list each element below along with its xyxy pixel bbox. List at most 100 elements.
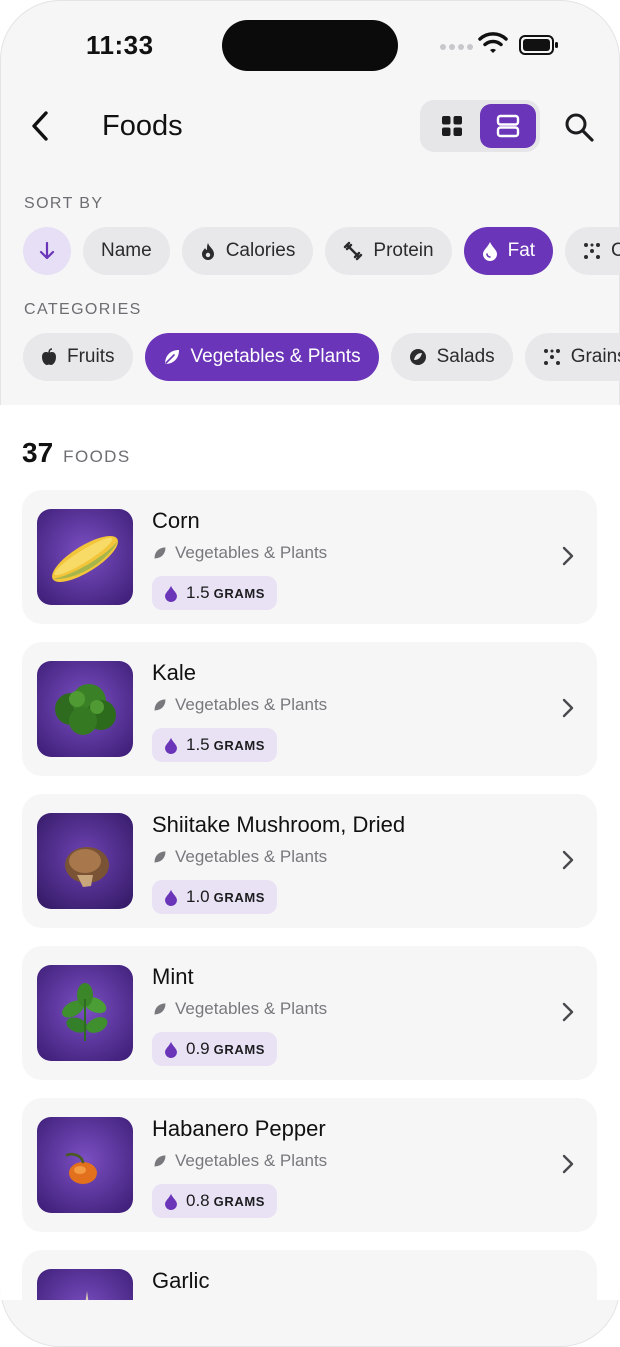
back-icon[interactable] [24,108,60,144]
mushroom-icon [37,813,133,909]
chevron-right-icon [562,1154,574,1174]
fat-badge: 0.9 GRAMS [152,1032,278,1066]
chevron-right-icon [562,850,574,870]
fat-value: 1.5 [186,583,210,602]
food-count: 37 FOODS [22,437,131,469]
fat-badge: 1.0 GRAMS [152,880,278,914]
apple-icon [42,348,56,365]
fat-unit: GRAMS [213,1193,266,1209]
drop-icon [482,242,497,261]
food-category: Vegetables & Plants [153,847,327,867]
leaf-icon [154,1003,166,1015]
chevron-right-icon [562,546,574,566]
sort-chip-name[interactable]: Name [83,227,170,275]
status-time: 11:33 [86,30,154,60]
chip-label: Protein [373,240,434,261]
fat-unit: GRAMS [213,889,266,905]
chip-label: Grains & [570,346,620,367]
drop-icon [165,1041,177,1058]
food-category-label: Vegetables & Plants [175,695,328,714]
leaf-icon [164,350,179,364]
corn-icon [37,509,133,605]
food-category: Vegetables & Plants [153,695,327,715]
category-chip-grains[interactable]: Grains & [524,333,620,381]
drop-icon [165,889,177,906]
food-card[interactable]: Kale Vegetables & Plants 1.5 GRAMS [22,642,597,776]
status-bar: 11:33 [0,0,620,92]
food-name: Shiitake Mushroom, Dried [152,812,406,837]
food-category: Vegetables & Plants [153,543,327,563]
mint-icon [37,965,133,1061]
wifi-icon [478,32,508,53]
food-card[interactable]: Habanero Pepper Vegetables & Plants 0.8 … [22,1098,597,1232]
signal-icon [440,44,473,50]
sort-chip-calories[interactable]: Calories [181,227,314,275]
sort-chip-protein[interactable]: Protein [325,227,452,275]
food-category-label: Vegetables & Plants [175,1151,328,1170]
phone-screen: 11:33 Foods SORT BY Name Calories Protei… [0,0,620,1347]
fat-badge: 1.5 GRAMS [152,728,278,762]
leaf-icon [154,851,166,863]
food-category: Vegetables & Plants [153,1151,327,1171]
fat-unit: GRAMS [213,1041,266,1057]
categories-label: CATEGORIES [24,301,142,318]
leaf-icon [154,547,166,559]
food-name: Habanero Pepper [152,1116,326,1141]
chevron-right-icon [562,1002,574,1022]
food-category: Vegetables & Plants [153,999,327,1019]
arrow-down-icon [39,241,55,260]
list-icon [496,114,520,138]
view-toggle [420,100,540,152]
category-options: Fruits Vegetables & Plants Salads Grains… [23,333,620,381]
chip-label: Calories [225,240,296,261]
sort-chip-carbs[interactable]: Ca [565,227,620,275]
chip-label: Ca [611,240,620,261]
drop-icon [165,737,177,754]
chip-label: Name [101,240,152,261]
fat-value: 0.8 [186,1191,210,1210]
grid-view-button[interactable] [424,104,480,148]
list-view-button[interactable] [480,104,536,148]
fat-badge: 1.5 GRAMS [152,576,278,610]
sort-direction-button[interactable] [23,227,71,275]
chip-label: Fat [507,240,536,261]
food-card[interactable]: Shiitake Mushroom, Dried Vegetables & Pl… [22,794,597,928]
leaf-icon [154,699,166,711]
dynamic-island [222,20,398,71]
flame-icon [201,243,214,260]
kale-icon [37,661,133,757]
garlic-icon [37,1269,133,1300]
food-list-section: 37 FOODS Corn Vegetables & Plants 1.5 GR… [0,405,620,1300]
dumbbell-icon [344,241,363,261]
fat-unit: GRAMS [213,737,266,753]
food-category-label: Vegetables & Plants [175,543,328,562]
food-count-number: 37 [22,437,54,468]
chip-label: Fruits [67,346,115,367]
grain-icon [584,243,601,259]
food-card[interactable]: Corn Vegetables & Plants 1.5 GRAMS [22,490,597,624]
fat-unit: GRAMS [213,585,266,601]
food-card[interactable]: Garlic [22,1250,597,1300]
food-card[interactable]: Mint Vegetables & Plants 0.9 GRAMS [22,946,597,1080]
sort-chip-fat[interactable]: Fat [463,227,554,275]
chip-label: Salads [436,346,495,367]
pepper-icon [37,1117,133,1213]
category-chip-vegetables[interactable]: Vegetables & Plants [144,333,379,381]
nav-bar: Foods [0,96,620,160]
fat-badge: 0.8 GRAMS [152,1184,278,1218]
drop-icon [165,585,177,602]
grain-icon [543,349,560,365]
fat-value: 0.9 [186,1039,210,1058]
leaf-icon [154,1155,166,1167]
search-icon[interactable] [562,110,596,144]
food-name: Mint [152,964,194,989]
food-name: Corn [152,508,200,533]
chevron-right-icon [562,698,574,718]
salad-icon [409,349,426,365]
chip-label: Vegetables & Plants [190,346,361,367]
drop-icon [165,1193,177,1210]
category-chip-salads[interactable]: Salads [390,333,513,381]
category-chip-fruits[interactable]: Fruits [23,333,133,381]
food-count-label: FOODS [63,447,131,466]
food-category-label: Vegetables & Plants [175,847,328,866]
